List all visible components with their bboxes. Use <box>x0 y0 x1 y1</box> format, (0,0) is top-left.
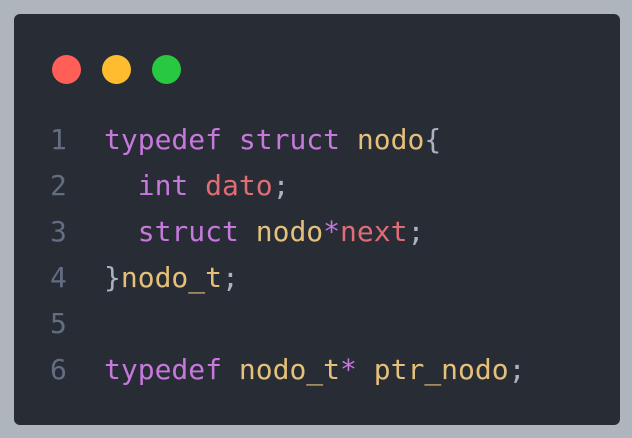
code-window: 1 typedef struct nodo{2 int dato; 3 struct… <box>14 14 620 425</box>
line-number: 3 <box>50 215 67 248</box>
code-line: 4}nodo_t; <box>50 255 525 301</box>
code-token: int <box>137 169 189 202</box>
code-token: ; <box>222 261 239 294</box>
code-text: typedef nodo_t* ptr_nodo; <box>104 347 525 393</box>
code-token: * <box>323 215 341 248</box>
code-token: dato <box>205 169 273 202</box>
code-token: ptr_nodo <box>373 353 509 386</box>
code-token: nodo <box>255 215 324 248</box>
code-token: struct <box>238 123 341 156</box>
code-token: { <box>424 123 442 156</box>
code-token: typedef <box>104 123 223 156</box>
line-number: 1 <box>50 123 67 156</box>
code-token: nodo_t <box>120 261 223 294</box>
code-token: } <box>104 261 121 294</box>
code-token: ; <box>407 215 425 248</box>
code-token: next <box>340 215 408 248</box>
code-token: * <box>340 353 357 386</box>
code-line: 5 <box>50 301 525 347</box>
code-line: 6 typedef nodo_t* ptr_nodo; <box>50 347 525 393</box>
code-text: int dato; <box>104 163 290 209</box>
code-line: 3 struct nodo*next; <box>50 209 525 255</box>
code-token: struct <box>137 215 239 248</box>
code-token: nodo_t <box>238 353 341 386</box>
line-number: 2 <box>50 169 67 202</box>
code-token: nodo <box>356 123 425 156</box>
code-block: 1 typedef struct nodo{2 int dato; 3 struct… <box>50 117 525 393</box>
maximize-button[interactable] <box>152 55 181 84</box>
code-token: typedef <box>104 353 223 386</box>
line-number: 6 <box>50 353 67 386</box>
code-text: typedef struct nodo{ <box>104 117 441 163</box>
code-text: struct nodo*next; <box>104 209 425 255</box>
window-controls <box>52 55 181 84</box>
line-number: 5 <box>50 307 67 340</box>
code-line: 1 typedef struct nodo{ <box>50 117 525 163</box>
close-button[interactable] <box>52 55 81 84</box>
code-text: }nodo_t; <box>104 255 239 301</box>
line-number: 4 <box>50 261 67 294</box>
code-token: ; <box>508 353 526 386</box>
code-line: 2 int dato; <box>50 163 525 209</box>
minimize-button[interactable] <box>102 55 131 84</box>
code-token: ; <box>272 169 290 202</box>
